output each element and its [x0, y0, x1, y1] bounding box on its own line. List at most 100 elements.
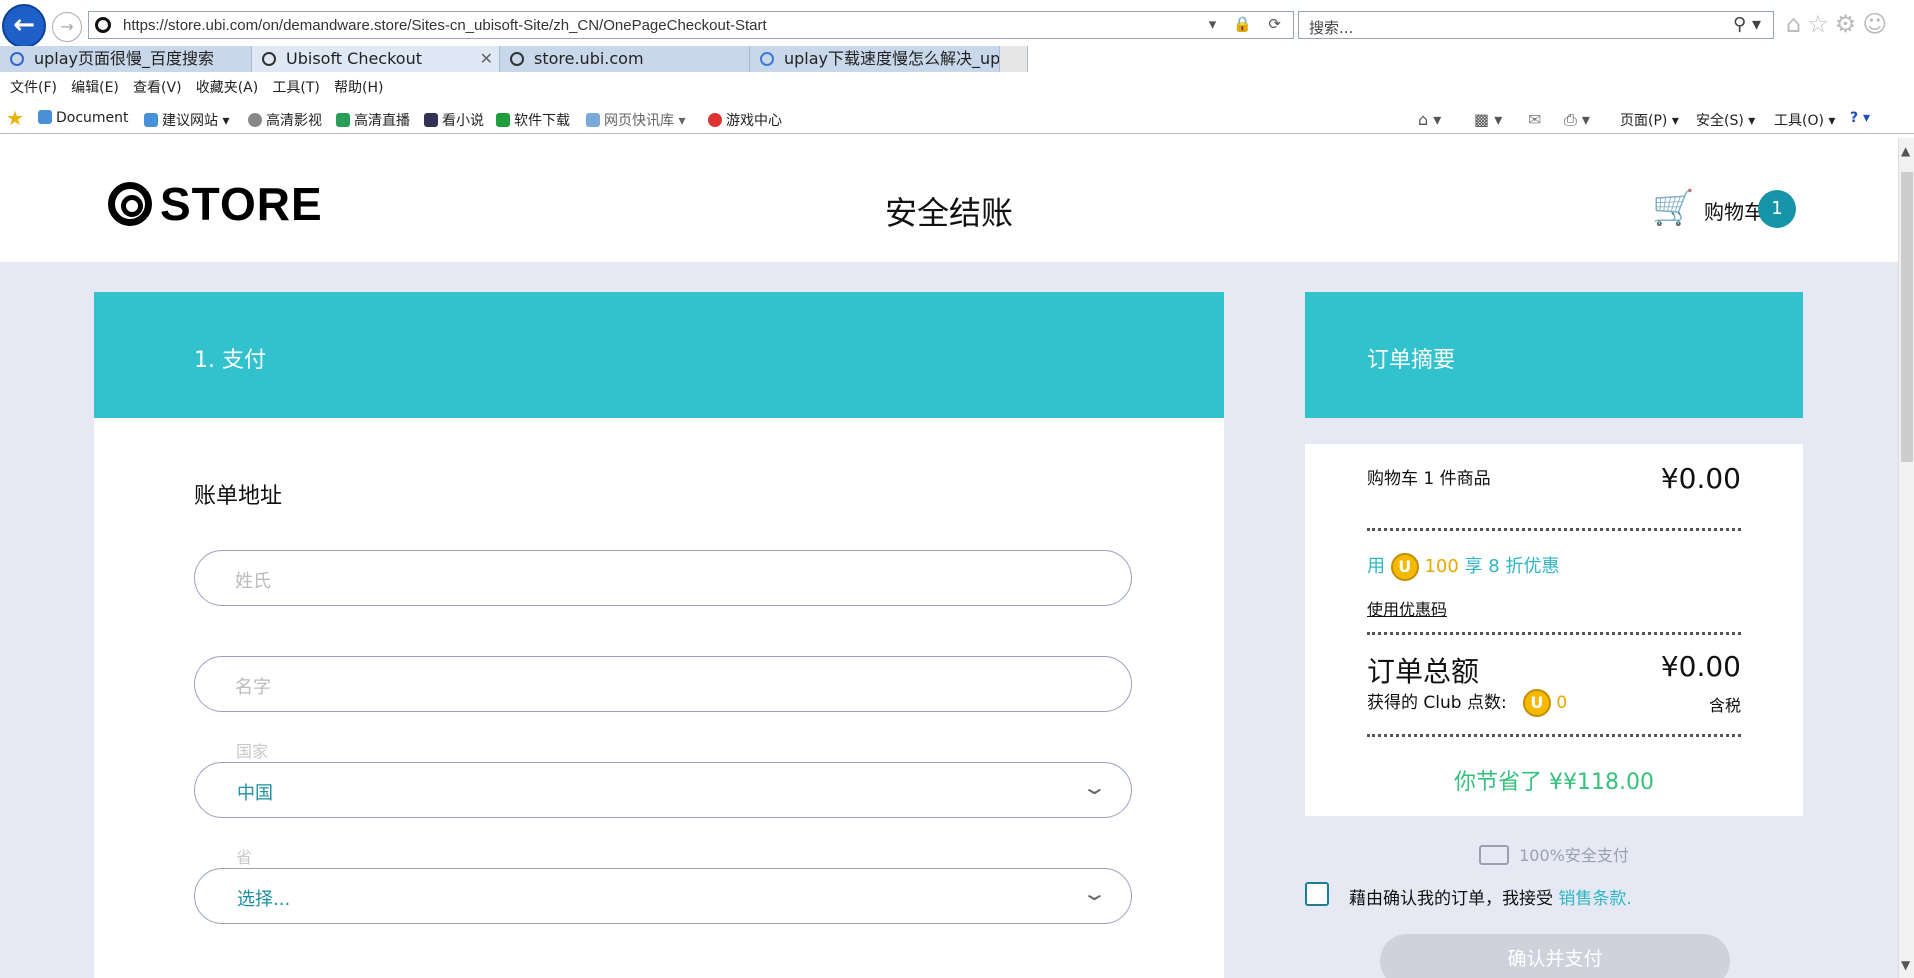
- live-icon: [336, 113, 350, 127]
- new-tab-button[interactable]: [1000, 46, 1028, 72]
- discount-points: 100: [1424, 556, 1459, 577]
- lock-refresh-icons[interactable]: ▾ 🔒 ⟳: [1209, 15, 1287, 33]
- fav-novels[interactable]: 看小说: [424, 110, 484, 130]
- favorites-bar: ★ Document 建议网站 ▾ 高清影视 高清直播 看小说 软件下载 网页快…: [0, 104, 1914, 134]
- safety-menu[interactable]: 安全(S) ▾: [1696, 110, 1755, 130]
- chevron-down-icon: ⌄: [1081, 775, 1109, 799]
- page-icon: [760, 52, 774, 66]
- fav-label: 高清直播: [354, 113, 410, 129]
- checkout-page: STORE 安全结账 🛒 购物车 1 1. 支付 账单地址 姓氏 名字 国家 中…: [0, 138, 1898, 978]
- fav-downloads[interactable]: 软件下载: [496, 110, 570, 130]
- last-name-placeholder: 姓氏: [235, 571, 271, 592]
- payment-panel: 1. 支付 账单地址 姓氏 名字 国家 中国 ⌄ 省 选择... ⌄: [94, 292, 1224, 978]
- fav-label: 游戏中心: [726, 113, 782, 129]
- discount-prefix: 用: [1367, 556, 1385, 577]
- menu-edit[interactable]: 编辑(E): [71, 74, 119, 102]
- order-summary-body: 购物车 1 件商品 ¥0.00 用 U 100 享 8 折优惠 使用优惠码 订单…: [1305, 444, 1803, 816]
- points-discount-offer[interactable]: 用 U 100 享 8 折优惠: [1367, 552, 1559, 581]
- credit-card-icon: [1479, 845, 1510, 865]
- ubisoft-icon: [510, 52, 524, 66]
- download-icon: [496, 113, 510, 127]
- ie-icon: [144, 113, 158, 127]
- menu-help[interactable]: 帮助(H): [334, 74, 383, 102]
- club-points-label: 获得的 Club 点数:: [1367, 693, 1507, 713]
- forward-button[interactable]: →: [52, 12, 82, 42]
- scroll-down-icon[interactable]: ▼: [1901, 958, 1910, 972]
- home-favorites-settings-icons[interactable]: ⌂☆⚙☺: [1786, 10, 1893, 38]
- feeds-icon[interactable]: ▩ ▾: [1474, 110, 1502, 129]
- tab-baidu[interactable]: uplay页面很慢_百度搜索: [0, 46, 252, 72]
- terms-label: 藉由确认我的订单，我接受: [1349, 889, 1553, 909]
- divider: [1367, 734, 1741, 737]
- sales-terms-link[interactable]: 销售条款.: [1558, 889, 1631, 909]
- print-icon[interactable]: ⎙ ▾: [1564, 110, 1590, 130]
- menu-tools[interactable]: 工具(T): [272, 74, 319, 102]
- url-text: https://store.ubi.com/on/demandware.stor…: [123, 17, 767, 34]
- fav-label: Document: [56, 110, 129, 126]
- page-title: 安全结账: [884, 194, 1013, 232]
- fav-webslice[interactable]: 网页快讯库 ▾: [586, 110, 685, 130]
- fav-label: 软件下载: [514, 113, 570, 129]
- last-name-field[interactable]: 姓氏: [194, 550, 1132, 606]
- joystick-icon: [708, 113, 722, 127]
- ubisoft-icon: [262, 52, 276, 66]
- cart-count-badge: 1: [1758, 190, 1796, 228]
- site-favicon-icon: [95, 17, 111, 33]
- tab-store-ubi[interactable]: store.ubi.com: [500, 46, 750, 72]
- order-summary-header: 订单摘要: [1305, 292, 1803, 418]
- mail-icon[interactable]: ✉: [1528, 110, 1541, 129]
- home-icon[interactable]: ⌂ ▾: [1418, 110, 1441, 129]
- order-total-label: 订单总额: [1367, 655, 1480, 688]
- order-total-price: ¥0.00: [1660, 650, 1741, 683]
- menu-view[interactable]: 查看(V): [133, 74, 182, 102]
- tax-included-label: 含税: [1708, 696, 1741, 715]
- menu-file[interactable]: 文件(F): [10, 74, 57, 102]
- ie-icon: [38, 110, 52, 124]
- tab-label: uplay下载速度慢怎么解决_up...: [784, 49, 1000, 68]
- scroll-up-icon[interactable]: ▲: [1901, 144, 1910, 158]
- country-label: 国家: [236, 742, 269, 761]
- scroll-thumb[interactable]: [1901, 172, 1913, 462]
- payment-section-title: 1. 支付: [194, 348, 266, 373]
- menu-favorites[interactable]: 收藏夹(A): [196, 74, 259, 102]
- confirm-and-pay-button[interactable]: 确认并支付: [1380, 934, 1730, 978]
- address-bar-row: ← → https://store.ubi.com/on/demandware.…: [0, 0, 1914, 50]
- country-value: 中国: [237, 783, 273, 804]
- divider: [1367, 632, 1741, 635]
- search-placeholder: 搜索...: [1309, 19, 1354, 37]
- fav-label: 看小说: [442, 113, 484, 129]
- savings-text: 你节省了 ¥¥118.00: [1454, 770, 1654, 795]
- province-select[interactable]: 选择... ⌄: [194, 868, 1132, 924]
- close-tab-icon[interactable]: ✕: [480, 46, 493, 72]
- fav-hd-movies[interactable]: 高清影视: [248, 110, 322, 130]
- accept-terms-checkbox[interactable]: [1305, 882, 1329, 906]
- favorites-star-icon[interactable]: ★: [6, 106, 24, 130]
- tab-ubisoft-checkout[interactable]: Ubisoft Checkout ✕: [252, 46, 500, 72]
- back-button[interactable]: ←: [2, 4, 46, 48]
- page-scrollbar[interactable]: ▲ ▼: [1898, 138, 1914, 978]
- tab-label: Ubisoft Checkout: [286, 49, 422, 68]
- first-name-field[interactable]: 名字: [194, 656, 1132, 712]
- site-header: STORE 安全结账 🛒 购物车 1: [0, 138, 1898, 262]
- order-summary-title: 订单摘要: [1367, 348, 1456, 373]
- divider: [1367, 528, 1741, 531]
- tab-label: uplay页面很慢_百度搜索: [34, 49, 215, 68]
- country-select[interactable]: 中国 ⌄: [194, 762, 1132, 818]
- film-icon: [248, 113, 262, 127]
- cart-items-text: 购物车 1 件商品: [1367, 469, 1491, 489]
- terms-text: 藉由确认我的订单，我接受 销售条款.: [1349, 884, 1632, 909]
- fav-suggested[interactable]: 建议网站 ▾: [144, 110, 229, 130]
- tools-menu[interactable]: 工具(O) ▾: [1774, 110, 1835, 130]
- tab-uplay-speed[interactable]: uplay下载速度慢怎么解决_up...: [750, 46, 1000, 72]
- ubisoft-coin-icon: U: [1522, 689, 1551, 717]
- search-icon[interactable]: ⚲ ▾: [1733, 14, 1761, 35]
- fav-games[interactable]: 游戏中心: [708, 110, 782, 130]
- fav-hd-live[interactable]: 高清直播: [336, 110, 410, 130]
- tab-bar: uplay页面很慢_百度搜索 Ubisoft Checkout ✕ store.…: [0, 46, 1914, 72]
- help-icon[interactable]: ? ▾: [1850, 110, 1870, 126]
- coupon-code-link[interactable]: 使用优惠码: [1367, 596, 1447, 620]
- address-field[interactable]: https://store.ubi.com/on/demandware.stor…: [88, 11, 1294, 39]
- page-menu[interactable]: 页面(P) ▾: [1620, 110, 1679, 130]
- fav-document[interactable]: Document: [38, 110, 129, 126]
- browser-search-input[interactable]: 搜索... ⚲ ▾: [1298, 11, 1774, 39]
